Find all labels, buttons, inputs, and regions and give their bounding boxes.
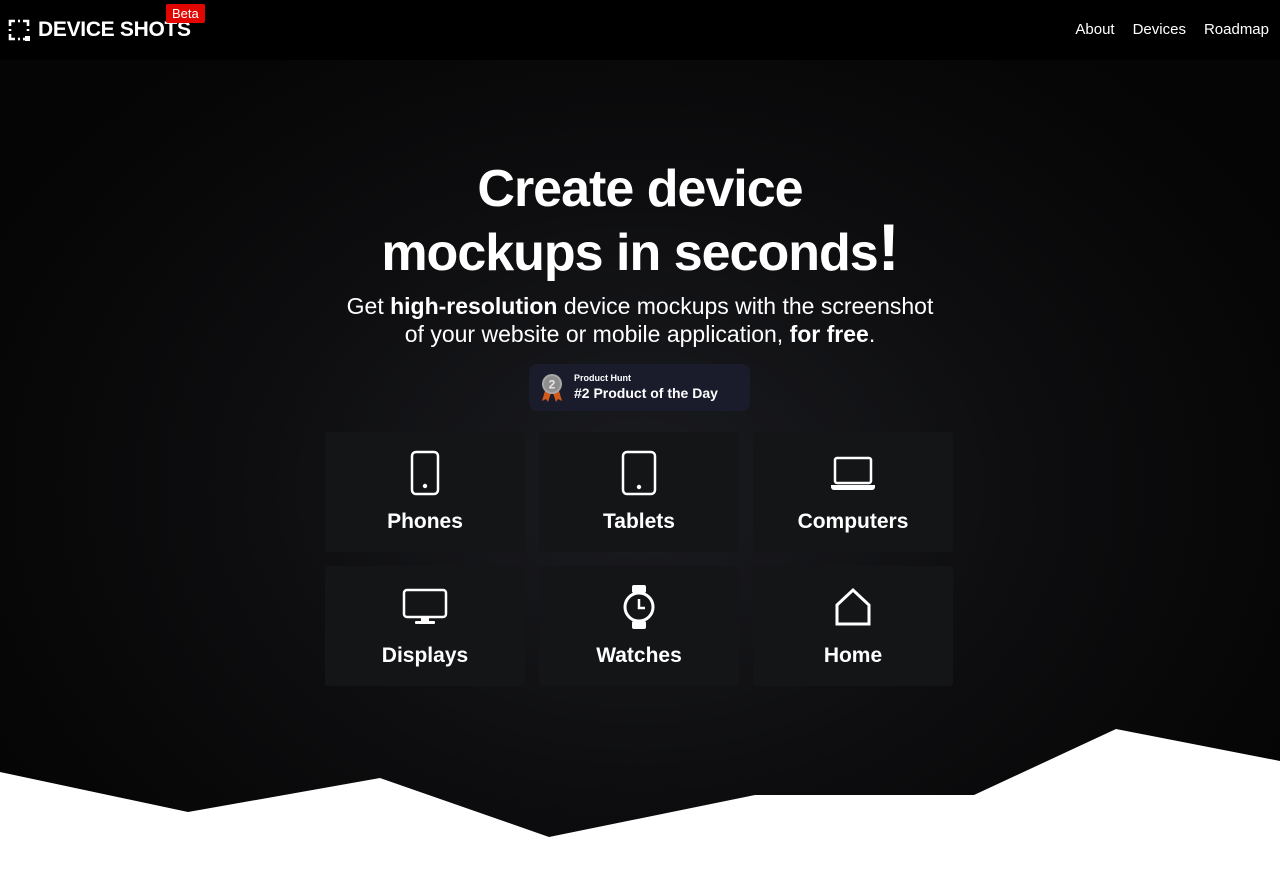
headline-line-1: Create device: [477, 160, 803, 218]
subtitle-text: Get: [346, 293, 391, 319]
home-icon: [823, 584, 883, 630]
hero-subtitle: Get high-resolution device mockups with …: [0, 292, 1280, 348]
crop-frame-icon: [8, 19, 30, 41]
category-label: Displays: [381, 644, 469, 667]
headline-line-2: mockups in seconds!: [0, 214, 1280, 282]
phone-icon: [395, 450, 455, 496]
category-card-watches[interactable]: Watches: [539, 566, 739, 686]
category-card-home[interactable]: Home: [753, 566, 953, 686]
laptop-icon: [823, 450, 883, 496]
subtitle-emphasis: for free: [789, 321, 869, 347]
nav-roadmap[interactable]: Roadmap: [1204, 20, 1269, 40]
product-hunt-title: #2 Product of the Day: [574, 384, 718, 401]
subtitle-text: of your website or mobile application,: [404, 321, 790, 347]
product-hunt-label: Product Hunt: [574, 372, 631, 383]
subtitle-line-2: of your website or mobile application, f…: [0, 320, 1280, 348]
logo-link[interactable]: DEVICE SHOTS: [8, 18, 191, 42]
medal-number: 2: [549, 377, 556, 391]
nav-devices[interactable]: Devices: [1133, 20, 1186, 40]
headline-line-2-text: mockups in seconds: [381, 224, 878, 282]
category-card-displays[interactable]: Displays: [325, 566, 525, 686]
product-hunt-text: Product Hunt #2 Product of the Day: [574, 373, 718, 403]
subtitle-emphasis: high-resolution: [390, 293, 558, 319]
tablet-icon: [609, 450, 669, 496]
main-nav: About Devices Roadmap: [1075, 20, 1269, 40]
monitor-icon: [395, 584, 455, 630]
category-label: Watches: [596, 644, 682, 667]
subtitle-line-1: Get high-resolution device mockups with …: [0, 292, 1280, 320]
category-card-tablets[interactable]: Tablets: [539, 432, 739, 552]
category-label: Home: [823, 644, 883, 667]
category-card-computers[interactable]: Computers: [753, 432, 953, 552]
headline-exclamation: !: [877, 210, 900, 284]
product-hunt-badge[interactable]: 2 Product Hunt #2 Product of the Day: [529, 364, 750, 411]
medal-icon: 2: [542, 373, 562, 402]
subtitle-text: device mockups with the screenshot: [557, 293, 934, 319]
category-label: Computers: [797, 510, 909, 533]
category-label: Phones: [387, 510, 463, 533]
category-card-phones[interactable]: Phones: [325, 432, 525, 552]
nav-about[interactable]: About: [1075, 20, 1114, 40]
beta-badge: Beta: [166, 4, 205, 23]
watch-icon: [609, 584, 669, 630]
subtitle-text: .: [868, 321, 876, 347]
category-label: Tablets: [603, 510, 675, 533]
hero-headline: Create device mockups in seconds!: [0, 160, 1280, 282]
device-category-grid: Phones Tablets Computers Displays Watche…: [325, 432, 954, 686]
